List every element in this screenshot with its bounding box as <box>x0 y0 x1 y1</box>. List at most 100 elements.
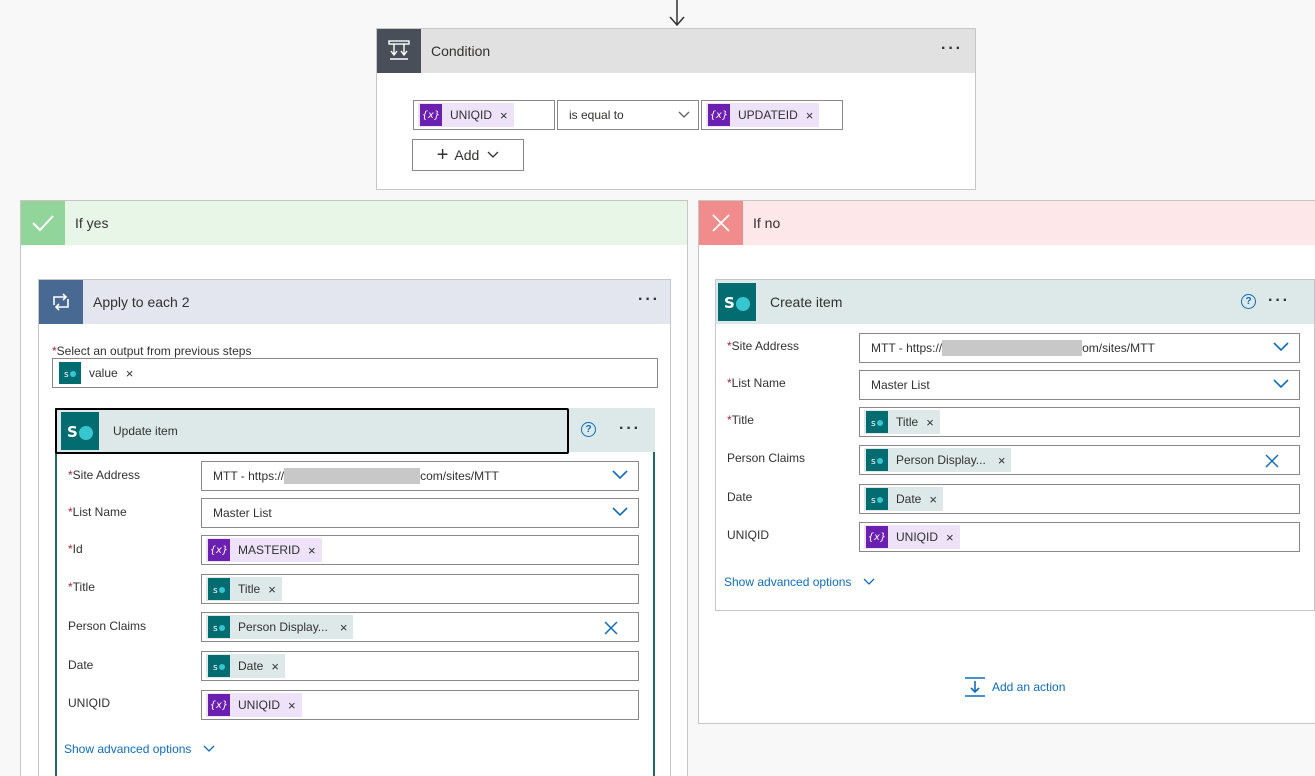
plus-icon: + <box>436 144 449 166</box>
remove-token-icon[interactable]: × <box>806 108 814 123</box>
update-item-card: S Update item ? ··· *Site Address MTT - … <box>55 408 655 776</box>
title-input[interactable]: s Title × <box>859 407 1300 437</box>
condition-operator-select[interactable]: is equal to <box>557 100 699 130</box>
sharepoint-token[interactable]: s Person Display... × <box>864 448 1012 472</box>
create-item-card: S Create item ? ··· *Site Address MTT - … <box>715 279 1315 611</box>
id-input[interactable]: {x} MASTERID × <box>201 535 639 565</box>
show-advanced-options-link[interactable]: Show advanced options <box>64 742 215 756</box>
svg-text:s: s <box>213 586 218 595</box>
svg-text:S: S <box>67 423 78 441</box>
date-input[interactable]: s Date × <box>859 484 1300 514</box>
condition-icon <box>377 29 421 73</box>
list-name-select[interactable]: Master List <box>201 498 639 528</box>
sharepoint-token[interactable]: s value × <box>57 361 140 385</box>
create-item-more-icon[interactable]: ··· <box>1268 293 1290 309</box>
clear-icon[interactable] <box>1265 454 1279 468</box>
list-name-label: *List Name <box>727 376 786 390</box>
add-an-action-button[interactable]: Add an action <box>964 677 1065 697</box>
condition-left-operand[interactable]: {x} UNIQID × <box>413 100 555 130</box>
person-claims-input[interactable]: s Person Display... × <box>859 445 1300 475</box>
sharepoint-token[interactable]: s Date × <box>206 654 285 678</box>
sharepoint-icon: s <box>866 488 888 510</box>
create-item-title: Create item <box>770 294 843 310</box>
sharepoint-icon: s <box>208 655 230 677</box>
date-label: Date <box>68 658 94 672</box>
condition-header[interactable]: Condition <box>377 29 975 73</box>
chevron-down-icon <box>612 507 628 517</box>
remove-token-icon[interactable]: × <box>500 108 508 123</box>
sharepoint-icon: S <box>718 283 756 321</box>
condition-title: Condition <box>431 43 491 59</box>
site-address-select[interactable]: MTT - https:// com/sites/MTT <box>201 461 639 491</box>
person-claims-input[interactable]: s Person Display... × <box>201 612 639 642</box>
sharepoint-token[interactable]: s Title × <box>206 577 282 601</box>
connector-arrow-icon <box>669 0 685 27</box>
apply-to-each-card: Apply to each 2 ··· *Select an output fr… <box>38 279 671 776</box>
title-input[interactable]: s Title × <box>201 574 639 604</box>
expression-token[interactable]: {x} UNIQID × <box>206 693 302 717</box>
sharepoint-token[interactable]: s Person Display... × <box>206 615 354 639</box>
sharepoint-token[interactable]: s Title × <box>864 410 940 434</box>
help-icon[interactable]: ? <box>1241 294 1256 309</box>
svg-text:s: s <box>213 663 218 672</box>
expression-token[interactable]: {x} UPDATEID × <box>706 103 820 127</box>
expression-token[interactable]: {x} UNIQID × <box>864 525 960 549</box>
uniqid-input[interactable]: {x} UNIQID × <box>201 690 639 720</box>
loop-icon <box>39 280 83 324</box>
svg-text:s: s <box>871 457 876 466</box>
sharepoint-icon: s <box>866 449 888 471</box>
condition-right-operand[interactable]: {x} UPDATEID × <box>701 100 843 130</box>
condition-add-button[interactable]: + Add <box>412 139 524 171</box>
chevron-down-icon <box>612 470 628 480</box>
remove-token-icon[interactable]: × <box>946 530 954 545</box>
uniqid-label: UNIQID <box>727 528 769 542</box>
date-input[interactable]: s Date × <box>201 651 639 681</box>
update-item-header[interactable]: S Update item <box>55 408 569 454</box>
uniqid-label: UNIQID <box>68 696 110 710</box>
title-label: *Title <box>68 580 95 594</box>
clear-icon[interactable] <box>604 621 618 635</box>
sharepoint-icon: s <box>59 362 81 384</box>
remove-token-icon[interactable]: × <box>998 453 1006 468</box>
help-icon[interactable]: ? <box>581 422 596 437</box>
title-label: *Title <box>727 413 754 427</box>
apply-to-each-more-icon[interactable]: ··· <box>638 292 660 308</box>
person-claims-label: Person Claims <box>68 619 147 633</box>
person-claims-label: Person Claims <box>727 451 806 465</box>
remove-token-icon[interactable]: × <box>288 698 296 713</box>
show-advanced-options-link[interactable]: Show advanced options <box>724 575 875 589</box>
close-icon <box>699 201 743 245</box>
if-no-header[interactable]: If no <box>699 201 1315 245</box>
remove-token-icon[interactable]: × <box>340 620 348 635</box>
svg-text:s: s <box>871 419 876 428</box>
expression-icon: {x} <box>866 526 888 548</box>
remove-token-icon[interactable]: × <box>929 492 937 507</box>
svg-text:s: s <box>64 370 69 379</box>
chevron-down-icon <box>203 745 215 752</box>
chevron-down-icon <box>863 578 875 585</box>
expression-token[interactable]: {x} UNIQID × <box>418 103 514 127</box>
svg-text:s: s <box>213 624 218 633</box>
apply-to-each-header[interactable]: Apply to each 2 <box>39 280 670 324</box>
select-output-input[interactable]: s value × <box>52 358 658 388</box>
expression-token[interactable]: {x} MASTERID × <box>206 538 322 562</box>
site-address-select[interactable]: MTT - https:// om/sites/MTT <box>859 333 1300 363</box>
site-address-label: *Site Address <box>727 339 800 353</box>
update-item-more-icon[interactable]: ··· <box>619 421 641 437</box>
sharepoint-icon: S <box>61 412 99 450</box>
condition-more-icon[interactable]: ··· <box>941 41 963 57</box>
remove-token-icon[interactable]: × <box>268 582 276 597</box>
if-no-branch: If no S Create item ? ··· *Site Address … <box>698 200 1315 724</box>
expression-icon: {x} <box>208 694 230 716</box>
remove-token-icon[interactable]: × <box>126 366 134 381</box>
create-item-header[interactable]: S Create item <box>716 280 1314 324</box>
add-action-icon <box>965 677 985 697</box>
uniqid-input[interactable]: {x} UNIQID × <box>859 522 1300 552</box>
sharepoint-icon: s <box>866 411 888 433</box>
remove-token-icon[interactable]: × <box>926 415 934 430</box>
sharepoint-token[interactable]: s Date × <box>864 487 943 511</box>
remove-token-icon[interactable]: × <box>271 659 279 674</box>
if-yes-header[interactable]: If yes <box>21 201 687 245</box>
list-name-select[interactable]: Master List <box>859 370 1300 400</box>
remove-token-icon[interactable]: × <box>308 543 316 558</box>
